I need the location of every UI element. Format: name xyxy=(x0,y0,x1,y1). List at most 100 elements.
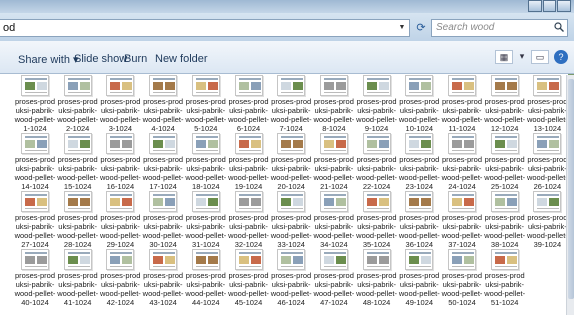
file-item[interactable]: proses-produksi-pabrik-wood-pellet-27-10… xyxy=(15,191,55,249)
file-item[interactable]: proses-produksi-pabrik-wood-pellet-15-10… xyxy=(57,133,99,191)
file-thumbnail xyxy=(485,191,525,212)
thumbnail-page xyxy=(448,75,476,96)
search-input[interactable]: Search wood xyxy=(431,19,568,37)
file-item[interactable]: proses-produksi-pabrik-wood-pellet-37-10… xyxy=(442,191,482,249)
file-item[interactable]: proses-produksi-pabrik-wood-pellet-7-102… xyxy=(271,75,312,133)
command-toolbar: Share with ▾ Slide show Burn New folder … xyxy=(0,41,574,74)
minimize-button[interactable] xyxy=(528,0,542,12)
thumbnail-page xyxy=(234,75,263,96)
file-item[interactable]: proses-produksi-pabrik-wood-pellet-38-10… xyxy=(484,191,526,249)
search-icon[interactable] xyxy=(554,22,564,32)
file-item[interactable]: proses-produksi-pabrik-wood-pellet-1-102… xyxy=(15,75,55,133)
new-folder-button[interactable]: New folder xyxy=(155,53,208,65)
file-item[interactable]: proses-produksi-pabrik-wood-pellet-45-10… xyxy=(228,249,269,307)
file-item[interactable]: proses-produksi-pabrik-wood-pellet-26-10… xyxy=(527,133,566,191)
file-item[interactable]: proses-produksi-pabrik-wood-pellet-42-10… xyxy=(100,249,141,307)
scrollbar-thumb[interactable] xyxy=(568,79,574,299)
file-item[interactable]: proses-produksi-pabrik-wood-pellet-43-10… xyxy=(143,249,184,307)
file-item[interactable]: proses-produksi-pabrik-wood-pellet-14-10… xyxy=(15,133,55,191)
file-item[interactable]: proses-produksi-pabrik-wood-pellet-35-10… xyxy=(356,191,397,249)
file-item[interactable]: proses-produksi-pabrik-wood-pellet-50-10… xyxy=(442,249,482,307)
file-thumbnail xyxy=(186,75,226,96)
file-name: proses-produksi-pabrik-wood-pellet-17-10… xyxy=(142,155,184,191)
file-thumbnail xyxy=(527,191,566,212)
file-item[interactable]: proses-produksi-pabrik-wood-pellet-40-10… xyxy=(15,249,55,307)
file-item[interactable]: proses-produksi-pabrik-wood-pellet-29-10… xyxy=(100,191,141,249)
file-item[interactable]: proses-produksi-pabrik-wood-pellet-36-10… xyxy=(399,191,440,249)
chevron-down-icon[interactable]: ▼ xyxy=(395,20,409,36)
file-item[interactable]: proses-produksi-pabrik-wood-pellet-49-10… xyxy=(399,249,440,307)
thumbnail-page xyxy=(21,75,49,96)
file-item[interactable]: proses-produksi-pabrik-wood-pellet-41-10… xyxy=(57,249,98,307)
file-item[interactable]: proses-produksi-pabrik-wood-pellet-5-102… xyxy=(185,75,226,133)
file-item[interactable]: proses-produksi-pabrik-wood-pellet-28-10… xyxy=(57,191,99,249)
file-name: proses-produksi-pabrik-wood-pellet-14-10… xyxy=(14,155,56,191)
thumbnail-page xyxy=(277,133,306,154)
file-item[interactable]: proses-produksi-pabrik-wood-pellet-46-10… xyxy=(271,249,312,307)
file-item[interactable]: proses-produksi-pabrik-wood-pellet-17-10… xyxy=(142,133,184,191)
file-item[interactable]: proses-produksi-pabrik-wood-pellet-39-10… xyxy=(527,191,566,249)
view-options-chevron-icon[interactable]: ▾ xyxy=(518,50,526,64)
preview-pane-icon[interactable]: ▭ xyxy=(531,50,549,64)
file-item[interactable]: proses-produksi-pabrik-wood-pellet-33-10… xyxy=(271,191,312,249)
share-with-button[interactable]: Share with ▾ xyxy=(18,53,79,66)
file-name: proses-produksi-pabrik-wood-pellet-37-10… xyxy=(441,213,483,249)
file-item[interactable]: proses-produksi-pabrik-wood-pellet-8-102… xyxy=(313,75,354,133)
thumbnail-page xyxy=(149,249,178,270)
thumbnail-page xyxy=(106,249,135,270)
vertical-scrollbar[interactable] xyxy=(566,75,574,315)
file-item[interactable]: proses-produksi-pabrik-wood-pellet-48-10… xyxy=(356,249,397,307)
address-bar[interactable]: od ▼ xyxy=(0,19,410,37)
file-item[interactable]: proses-produksi-pabrik-wood-pellet-19-10… xyxy=(228,133,269,191)
file-item[interactable]: proses-produksi-pabrik-wood-pellet-21-10… xyxy=(313,133,354,191)
help-icon[interactable]: ? xyxy=(554,50,568,64)
thumbnail-page xyxy=(149,75,178,96)
address-path: od xyxy=(3,22,16,34)
file-item[interactable]: proses-produksi-pabrik-wood-pellet-16-10… xyxy=(100,133,141,191)
close-button[interactable] xyxy=(557,0,572,12)
file-item[interactable]: proses-produksi-pabrik-wood-pellet-51-10… xyxy=(484,249,525,307)
file-item[interactable]: proses-produksi-pabrik-wood-pellet-6-102… xyxy=(228,75,269,133)
file-item[interactable]: proses-produksi-pabrik-wood-pellet-30-10… xyxy=(143,191,184,249)
file-item[interactable]: proses-produksi-pabrik-wood-pellet-25-10… xyxy=(484,133,525,191)
thumbnail-page xyxy=(533,75,562,96)
file-thumbnail xyxy=(58,191,98,212)
change-view-icon[interactable]: ▦ xyxy=(495,50,513,64)
file-item[interactable]: proses-produksi-pabrik-wood-pellet-32-10… xyxy=(228,191,269,249)
file-name: proses-produksi-pabrik-wood-pellet-15-10… xyxy=(57,155,99,191)
file-item[interactable]: proses-produksi-pabrik-wood-pellet-22-10… xyxy=(356,133,397,191)
file-thumbnail xyxy=(357,191,397,212)
file-item[interactable]: proses-produksi-pabrik-wood-pellet-34-10… xyxy=(313,191,354,249)
file-thumbnail xyxy=(186,133,226,154)
file-item[interactable]: proses-produksi-pabrik-wood-pellet-23-10… xyxy=(399,133,440,191)
file-item[interactable]: proses-produksi-pabrik-wood-pellet-47-10… xyxy=(313,249,354,307)
file-item[interactable]: proses-produksi-pabrik-wood-pellet-31-10… xyxy=(185,191,226,249)
file-item[interactable]: proses-produksi-pabrik-wood-pellet-9-102… xyxy=(356,75,397,133)
maximize-button[interactable] xyxy=(542,0,557,12)
file-thumbnail xyxy=(442,75,482,96)
slide-show-button[interactable]: Slide show xyxy=(74,53,127,65)
file-item[interactable]: proses-produksi-pabrik-wood-pellet-4-102… xyxy=(143,75,184,133)
file-item[interactable]: proses-produksi-pabrik-wood-pellet-3-102… xyxy=(99,75,141,133)
thumbnail-page xyxy=(21,191,49,212)
file-item[interactable]: proses-produksi-pabrik-wood-pellet-20-10… xyxy=(271,133,312,191)
file-list: proses-produksi-pabrik-wood-pellet-1-102… xyxy=(0,75,566,315)
file-name: proses-produksi-pabrik-wood-pellet-38-10… xyxy=(484,213,526,249)
file-item[interactable]: proses-produksi-pabrik-wood-pellet-44-10… xyxy=(185,249,226,307)
file-item[interactable]: proses-produksi-pabrik-wood-pellet-11-10… xyxy=(442,75,482,133)
file-item[interactable]: proses-produksi-pabrik-wood-pellet-18-10… xyxy=(185,133,227,191)
thumbnail-page xyxy=(106,75,135,96)
burn-button[interactable]: Burn xyxy=(124,53,147,65)
file-thumbnail xyxy=(100,191,140,212)
file-item[interactable]: proses-produksi-pabrik-wood-pellet-10-10… xyxy=(399,75,440,133)
file-item[interactable]: proses-produksi-pabrik-wood-pellet-13-10… xyxy=(527,75,566,133)
file-item[interactable]: proses-produksi-pabrik-wood-pellet-2-102… xyxy=(57,75,98,133)
thumbnail-page xyxy=(234,191,263,212)
refresh-icon[interactable]: ⟳ xyxy=(414,19,428,37)
file-item[interactable]: proses-produksi-pabrik-wood-pellet-24-10… xyxy=(442,133,482,191)
file-name: proses-produksi-pabrik-wood-pellet-3-102… xyxy=(99,97,141,133)
file-name: proses-produksi-pabrik-wood-pellet-28-10… xyxy=(57,213,99,249)
file-name: proses-produksi-pabrik-wood-pellet-18-10… xyxy=(185,155,227,191)
file-thumbnail xyxy=(143,133,183,154)
file-item[interactable]: proses-produksi-pabrik-wood-pellet-12-10… xyxy=(484,75,525,133)
